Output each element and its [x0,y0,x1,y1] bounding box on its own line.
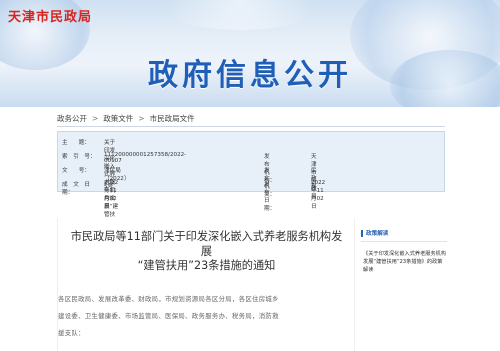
document-title: 市民政局等11部门关于印发深化嵌入式养老服务机构发 展 “建管扶用”23条措施的… [58,230,355,274]
breadcrumb: 政务公开 > 政策文件 > 市民政局文件 [57,113,195,124]
doc-number-label: 文 号： [62,168,90,174]
document-info-box: 主 题： 关于印发深化嵌入式养老服务机构发展“建管扶用”23条措施 索 引 号：… [57,131,445,242]
sidebar-heading-label: 政策解读 [366,231,389,237]
body-line: 援支队： [58,329,85,337]
sidebar-link-interpretation[interactable]: 《关于印发深化嵌入式养老服务机构发展“建管扶用”23条措施》的政策解读 [361,250,447,274]
document-title-line: “建管扶用”23条措施的通知 [137,259,276,272]
policy-interpretation-sidebar: 政策解读 《关于印发深化嵌入式养老服务机构发展“建管扶用”23条措施》的政策解读 [361,229,447,274]
breadcrumb-item-policy[interactable]: 政策文件 [103,113,133,124]
breadcrumb-separator: > [92,114,99,123]
issue-date-value: 2022年11月02日 [104,180,119,210]
breadcrumb-separator: > [138,114,145,123]
pub-date-label: 发 布 日 期： [264,182,276,212]
document-title-line: 市民政局等11部门关于印发深化嵌入式养老服务机构发 [70,230,343,243]
content-divider [354,218,355,351]
breadcrumb-item-bureau-docs[interactable]: 市民政局文件 [150,113,195,124]
heading-bar-icon [361,229,363,237]
document-title-line: 展 [200,244,213,258]
banner-title: 政府信息公开 [148,58,352,93]
document-body: 各区民政局、发展改革委、财政局，市规划资源局各区分局，各区住房城乡 建设委、卫生… [58,291,355,342]
breadcrumb-divider [57,126,445,127]
body-line: 各区民政局、发展改革委、财政局，市规划资源局各区分局，各区住房城乡 [58,295,279,303]
sidebar-heading: 政策解读 [361,229,447,237]
index-value: 111200000001257358/2022-00107 [104,152,187,164]
index-label: 索 引 号： [62,154,96,160]
site-logo[interactable]: 天津市民政局 [8,6,92,25]
issue-date-label: 成 文 日 期： [62,182,96,196]
breadcrumb-item-gov-open[interactable]: 政务公开 [57,113,87,124]
header-banner: 天津市民政局 政府信息公开 [0,0,500,107]
subject-label: 主 题： [62,140,90,146]
body-line: 建设委、卫生健康委、市场监管局、医保局、政务服务办、税务局，消防救 [58,312,279,320]
document-main: 市民政局等11部门关于印发深化嵌入式养老服务机构发 展 “建管扶用”23条措施的… [57,218,354,351]
sidebar-divider [361,241,447,242]
pub-date-value: 2022年11月02日 [311,180,326,210]
banner-decoration [150,0,330,30]
